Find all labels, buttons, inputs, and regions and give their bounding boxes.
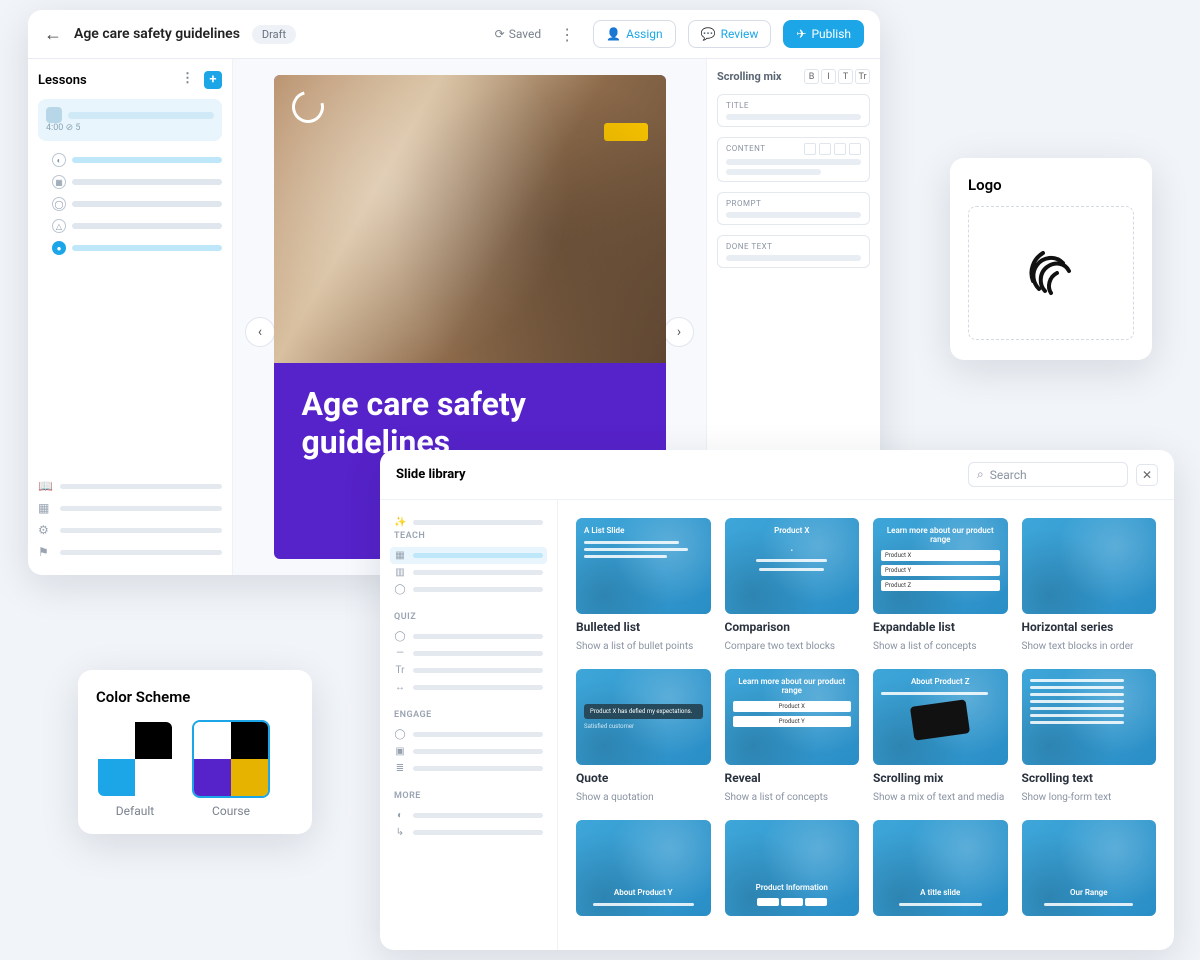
lessons-footer: 📖 ▦ ⚙ ⚑ [38, 467, 222, 563]
library-sidebar: ✨ TEACH ▦ ▥ ◯ QUIZ ◯ — Tr ↔ ENGAGE ◯ ▣ ≣… [380, 500, 558, 950]
props-heading: Scrolling mix [717, 70, 782, 83]
scheme-label: Default [96, 804, 174, 818]
current-lesson-card[interactable]: 4:00 ⊘ 5 [38, 99, 222, 141]
status-pill: Draft [252, 25, 296, 44]
content-field[interactable]: CONTENT [717, 137, 870, 182]
search-icon: ⌕ [977, 467, 984, 482]
publish-button[interactable]: ✈ Publish [783, 20, 864, 48]
review-button[interactable]: 💬 Review [688, 20, 772, 48]
template-horizontal-series[interactable]: Horizontal seriesShow text blocks in ord… [1022, 518, 1157, 653]
tree-item[interactable]: ● [52, 237, 222, 259]
template-grid: A List Slide Bulleted listShow a list of… [558, 500, 1174, 950]
lesson-thumb-icon [46, 107, 62, 123]
scheme-option-default[interactable] [96, 720, 174, 798]
scheme-option-course[interactable] [192, 720, 270, 798]
sidebar-row[interactable]: Tr [394, 662, 543, 679]
assign-button[interactable]: 👤 Assign [593, 20, 675, 48]
template-expandable-list[interactable]: Learn more about our product rangeProduc… [873, 518, 1008, 653]
prev-slide-button[interactable]: ‹ [245, 317, 275, 347]
slide-photo [274, 75, 666, 363]
template-product-info[interactable]: Product Information [725, 820, 860, 916]
logo-dropzone[interactable] [968, 206, 1134, 340]
tree-item[interactable]: ▦ [52, 171, 222, 193]
document-title: Age care safety guidelines [74, 26, 240, 42]
text-button[interactable]: T [838, 69, 853, 84]
library-heading: Slide library [396, 467, 466, 482]
template-title-slide[interactable]: A title slide [873, 820, 1008, 916]
footer-item[interactable]: ⚙ [38, 519, 222, 541]
tree-item[interactable]: ◐ [52, 149, 222, 171]
sidebar-row[interactable]: ↔ [394, 679, 543, 696]
close-library-button[interactable]: ✕ [1136, 464, 1158, 486]
search-placeholder: Search [990, 468, 1027, 482]
sidebar-row[interactable]: ◯ [394, 628, 543, 645]
sidebar-row[interactable]: ◯ [394, 726, 543, 743]
saved-indicator: ⟳ Saved [495, 27, 542, 41]
done-text-field[interactable]: DONE TEXT [717, 235, 870, 268]
sidebar-row[interactable]: ≣ [394, 760, 543, 777]
template-about-product-y[interactable]: About Product Y [576, 820, 711, 916]
lessons-more[interactable]: ⋮ [175, 71, 200, 89]
sidebar-row[interactable]: ▥ [394, 564, 543, 581]
sidebar-row[interactable]: ↳ [394, 824, 543, 841]
template-scrolling-mix[interactable]: About Product Z Scrolling mixShow a mix … [873, 669, 1008, 804]
fingerprint-icon [1019, 241, 1083, 305]
swirl-logo-icon [286, 85, 330, 129]
next-slide-button[interactable]: › [664, 317, 694, 347]
sidebar-row[interactable]: ◐ [394, 807, 543, 824]
scheme-label: Course [192, 804, 270, 818]
back-button[interactable]: ← [44, 24, 62, 45]
add-lesson-button[interactable]: + [204, 71, 222, 89]
slide-title: Age care safety guidelines [274, 363, 666, 462]
title-field[interactable]: TITLE [717, 94, 870, 127]
scheme-heading: Color Scheme [96, 688, 294, 706]
template-scrolling-text[interactable]: Scrolling textShow long-form text [1022, 669, 1157, 804]
lessons-heading: Lessons [38, 73, 87, 88]
footer-item[interactable]: 📖 [38, 475, 222, 497]
template-comparison[interactable]: Product X• ComparisonCompare two text bl… [725, 518, 860, 653]
template-quote[interactable]: Product X has defied my expectations.Sat… [576, 669, 711, 804]
template-our-range[interactable]: Our Range [1022, 820, 1157, 916]
sidebar-top-sparkle[interactable]: ✨ [394, 514, 543, 531]
library-search[interactable]: ⌕ Search [968, 462, 1128, 487]
template-bulleted-list[interactable]: A List Slide Bulleted listShow a list of… [576, 518, 711, 653]
slide-library-panel: Slide library ⌕ Search ✕ ✨ TEACH ▦ ▥ ◯ Q… [380, 450, 1174, 950]
footer-item[interactable]: ⚑ [38, 541, 222, 563]
italic-button[interactable]: I [821, 69, 836, 84]
logo-heading: Logo [968, 176, 1134, 194]
sidebar-row[interactable]: ▦ [390, 547, 547, 564]
footer-item[interactable]: ▦ [38, 497, 222, 519]
tree-item[interactable]: ◯ [52, 193, 222, 215]
text-size-button[interactable]: Tr [855, 69, 870, 84]
logo-card: Logo [950, 158, 1152, 360]
sidebar-row[interactable]: ◯ [394, 581, 543, 598]
more-menu[interactable]: ⋮ [553, 25, 581, 44]
lesson-meta: 4:00 ⊘ 5 [46, 123, 214, 133]
yellow-tag [604, 123, 648, 141]
sidebar-row[interactable]: ▣ [394, 743, 543, 760]
bold-button[interactable]: B [804, 69, 819, 84]
lessons-sidebar: Lessons ⋮ + 4:00 ⊘ 5 ◐ ▦ ◯ △ ● [28, 59, 233, 575]
prompt-field[interactable]: PROMPT [717, 192, 870, 225]
format-toolbar: B I T Tr [804, 69, 870, 84]
tree-item[interactable]: △ [52, 215, 222, 237]
lesson-tree: ◐ ▦ ◯ △ ● [38, 149, 222, 259]
sidebar-row[interactable]: — [394, 645, 543, 662]
editor-toolbar: ← Age care safety guidelines Draft ⟳ Sav… [28, 10, 880, 59]
color-scheme-card: Color Scheme Default Course [78, 670, 312, 834]
refresh-icon: ⟳ [495, 27, 505, 41]
template-reveal[interactable]: Learn more about our product rangeProduc… [725, 669, 860, 804]
